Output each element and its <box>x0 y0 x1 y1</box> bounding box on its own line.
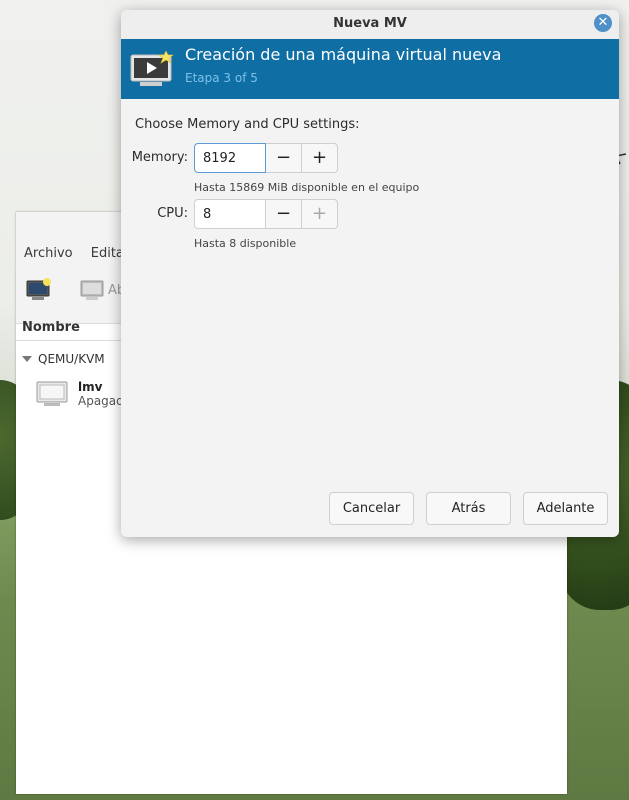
column-header-name[interactable]: Nombre <box>22 320 80 335</box>
memory-input[interactable]: 8192 <box>194 143 266 173</box>
open-vm-button[interactable]: Ab <box>80 279 125 301</box>
cpu-decrease-button[interactable]: − <box>266 199 302 229</box>
memory-spinner: 8192 − + <box>194 143 338 175</box>
monitor-new-icon <box>130 50 174 86</box>
vm-list: QEMU/KVM lmv Apagado <box>22 352 131 408</box>
vm-monitor-icon <box>36 381 68 406</box>
dialog-banner: Creación de una máquina virtual nueva Et… <box>121 39 619 99</box>
back-button[interactable]: Atrás <box>426 492 511 525</box>
dialog-titlebar[interactable]: Nueva MV ✕ <box>121 10 619 39</box>
section-label: Choose Memory and CPU settings: <box>135 117 360 132</box>
vm-row[interactable]: lmv Apagado <box>36 380 131 408</box>
new-vm-dialog: Nueva MV ✕ Creación de una máquina virtu… <box>121 10 619 537</box>
banner-title: Creación de una máquina virtual nueva <box>185 45 502 64</box>
manager-toolbar: Ab <box>26 278 125 302</box>
group-row[interactable]: QEMU/KVM <box>22 352 105 366</box>
forward-button[interactable]: Adelante <box>523 492 608 525</box>
cpu-spinner: 8 − + <box>194 199 338 231</box>
monitor-new-icon <box>26 278 51 300</box>
monitor-icon <box>80 280 104 300</box>
memory-decrease-button[interactable]: − <box>266 143 302 173</box>
memory-label: Memory: <box>131 150 188 165</box>
cpu-input[interactable]: 8 <box>194 199 266 229</box>
cpu-increase-button[interactable]: + <box>302 199 338 229</box>
memory-hint: Hasta 15869 MiB disponible en el equipo <box>194 181 420 194</box>
menu-archivo[interactable]: Archivo <box>24 246 73 261</box>
new-vm-button[interactable] <box>26 278 52 302</box>
close-icon[interactable]: ✕ <box>594 14 612 32</box>
cpu-hint: Hasta 8 disponible <box>194 237 297 250</box>
dialog-title: Nueva MV <box>333 16 407 31</box>
cancel-button[interactable]: Cancelar <box>329 492 414 525</box>
group-label: QEMU/KVM <box>38 352 105 366</box>
expand-triangle-icon[interactable] <box>22 356 32 362</box>
cpu-label: CPU: <box>157 206 188 221</box>
memory-increase-button[interactable]: + <box>302 143 338 173</box>
banner-step: Etapa 3 of 5 <box>185 71 258 85</box>
